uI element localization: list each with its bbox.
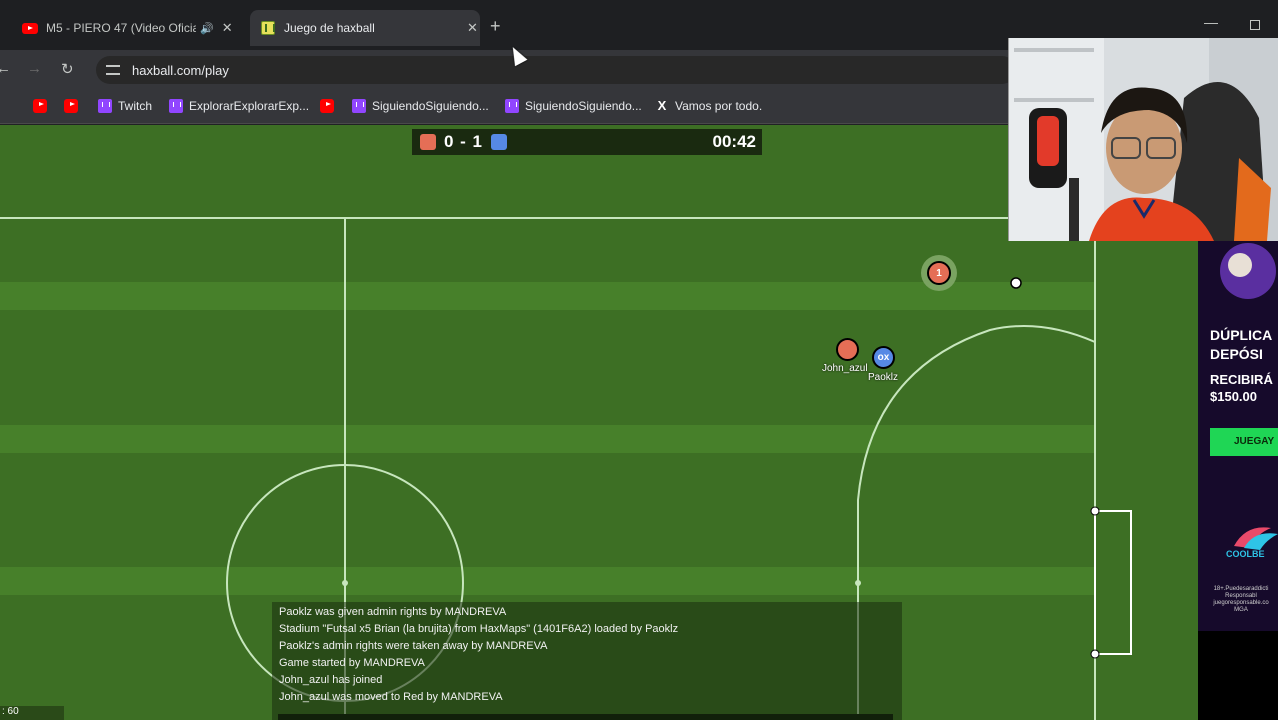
chat-message: John_azul was moved to Red by MANDREVA bbox=[279, 691, 503, 703]
red-team-color bbox=[420, 134, 436, 150]
player-avatar: 1 bbox=[936, 267, 942, 279]
minimize-icon[interactable]: — bbox=[1204, 14, 1218, 30]
casino-ad[interactable]: DÚPLICA DEPÓSI RECIBIRÁ $150.00 JUEGAY C… bbox=[1198, 241, 1278, 631]
player-blue: ox bbox=[872, 346, 895, 369]
coolbet-logo: COOLBE bbox=[1226, 524, 1278, 564]
ad-brand: COOLBE bbox=[1226, 549, 1265, 559]
chat-input[interactable] bbox=[278, 714, 893, 720]
ad-text: RECIBIRÁ bbox=[1210, 372, 1273, 387]
player-name: John_azul bbox=[822, 363, 868, 374]
ad-disclaimer: 18+.Puedesaraddicti Responsabl juegoresp… bbox=[1213, 586, 1269, 613]
chat-message: Paoklz's admin rights were taken away by… bbox=[279, 640, 548, 652]
ad-graphic bbox=[1220, 243, 1276, 299]
streamer-figure bbox=[1009, 38, 1278, 241]
webcam-overlay bbox=[1008, 38, 1278, 241]
score: 0 - 1 bbox=[444, 132, 484, 151]
fps-counter: : 60 bbox=[0, 706, 64, 720]
game-timer: 00:42 bbox=[712, 132, 756, 151]
chat-message: Game started by MANDREVA bbox=[279, 657, 425, 669]
chat-message: John_azul has joined bbox=[279, 674, 383, 686]
ad-headline: DEPÓSI bbox=[1210, 346, 1263, 362]
blue-team-color bbox=[491, 134, 508, 150]
scoreboard: 0 - 1 00:42 bbox=[412, 129, 762, 155]
chat-log: Paoklz was given admin rights by MANDREV… bbox=[272, 602, 902, 720]
player-red-self: 1 bbox=[927, 261, 951, 285]
chat-message: Stadium "Futsal x5 Brian (la brujita) fr… bbox=[279, 623, 679, 635]
side-panel bbox=[1198, 631, 1278, 720]
restore-window-icon[interactable] bbox=[1250, 20, 1260, 30]
ad-text: $150.00 bbox=[1210, 389, 1257, 404]
ad-headline: DÚPLICA bbox=[1210, 327, 1273, 343]
chat-message: Paoklz was given admin rights by MANDREV… bbox=[279, 606, 507, 618]
ad-play-button[interactable]: JUEGAY bbox=[1210, 428, 1278, 456]
player-name: Paoklz bbox=[868, 372, 899, 383]
player-avatar: ox bbox=[877, 352, 890, 363]
player-red bbox=[836, 338, 859, 361]
